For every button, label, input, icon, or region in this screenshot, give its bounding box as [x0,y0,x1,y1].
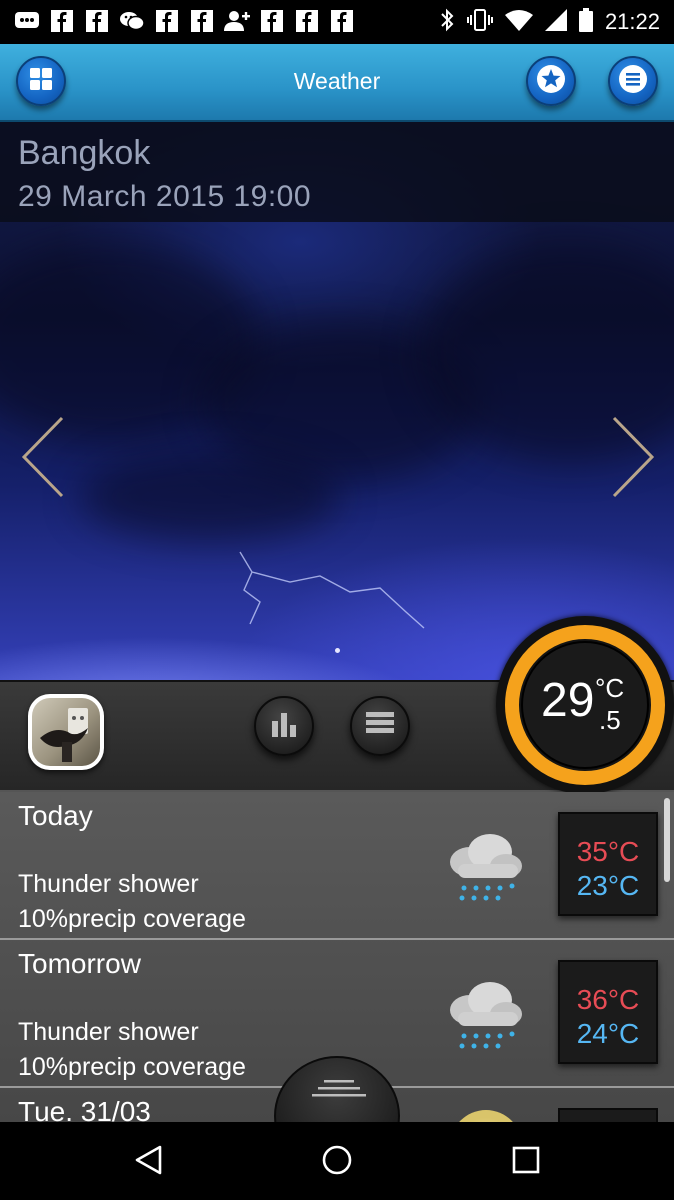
star-icon [536,64,566,99]
status-bar: 21:22 [0,0,674,44]
high-temp: 36°C [576,984,640,1015]
notification-icons [14,8,355,34]
current-temp-unit: °C [595,673,625,703]
location-header: Bangkok 29 March 2015 19:00 [0,122,674,222]
weather-background-image: Bangkok 29 March 2015 19:00 [0,122,674,680]
system-icons: 21:22 [439,6,660,38]
temperature-range-box: 35°C 23°C [558,812,658,916]
screen: { "status_bar": { "time": "21:22", "left… [0,0,674,1200]
page-indicator [335,648,340,653]
forecast-condition: Thunder shower [18,870,199,898]
home-button[interactable] [315,1140,359,1184]
temperature-range-box [558,1108,658,1122]
chevron-left-icon [18,416,68,506]
recents-icon [511,1145,541,1180]
next-arrow[interactable] [608,412,658,502]
clock: 21:22 [604,9,660,34]
signal-icon [544,8,567,36]
wechat-icon [119,8,145,34]
current-temp-decimal: .5 [599,705,621,735]
city-name: Bangkok [18,134,151,172]
back-button[interactable] [126,1140,170,1184]
scrollbar[interactable] [664,798,670,882]
forecast-day: Tue. 31/03 [18,1096,151,1122]
list-icon [364,709,396,744]
low-temp: 24°C [576,1018,640,1049]
forecast-day: Today [18,800,93,831]
lightning-graphic [239,551,425,629]
menu-icon [618,64,648,99]
facebook-icon [189,8,215,34]
forecast-condition: Thunder shower [18,1018,199,1046]
photo-thumbnail[interactable] [28,694,104,770]
battery-icon [578,7,593,37]
chevron-right-icon [608,416,658,506]
wifi-icon [504,9,533,36]
chart-button[interactable] [254,696,314,756]
current-temperature-dial[interactable]: 29 °C .5 [496,616,674,794]
bluetooth-icon [439,8,455,37]
date-time: 29 March 2015 19:00 [18,180,312,213]
current-temp-integer: 29 [541,674,595,727]
chart-icon [268,709,300,744]
favorites-button[interactable] [526,56,576,106]
back-icon [133,1144,163,1181]
vibrate-icon [466,8,493,37]
home-icon [321,1144,353,1181]
recents-button[interactable] [504,1140,548,1184]
bbm-icon [14,8,40,34]
sun-icon [450,1110,522,1122]
menu-button[interactable] [608,56,658,106]
facebook-icon [49,8,75,34]
previous-arrow[interactable] [18,412,68,502]
facebook-icon [294,8,320,34]
list-view-button[interactable] [350,696,410,756]
low-temp: 23°C [576,870,640,901]
temperature-range-box: 36°C 24°C [558,960,658,1064]
facebook-icon [84,8,110,34]
forecast-day: Tomorrow [18,948,141,979]
forecast-precip: 10%precip coverage [18,1053,246,1081]
forecast-row-today[interactable]: Today Thunder shower 10%precip coverage … [0,792,674,940]
high-temp: 35°C [576,836,640,867]
navigation-bar [0,1122,674,1200]
facebook-icon [329,8,355,34]
forecast-precip: 10%precip coverage [18,905,246,933]
thunder-shower-icon [444,828,526,908]
facebook-icon [154,8,180,34]
thunder-shower-icon [444,976,526,1056]
facebook-icon [259,8,285,34]
app-bar: Weather [0,44,674,122]
person-add-icon [224,8,250,34]
